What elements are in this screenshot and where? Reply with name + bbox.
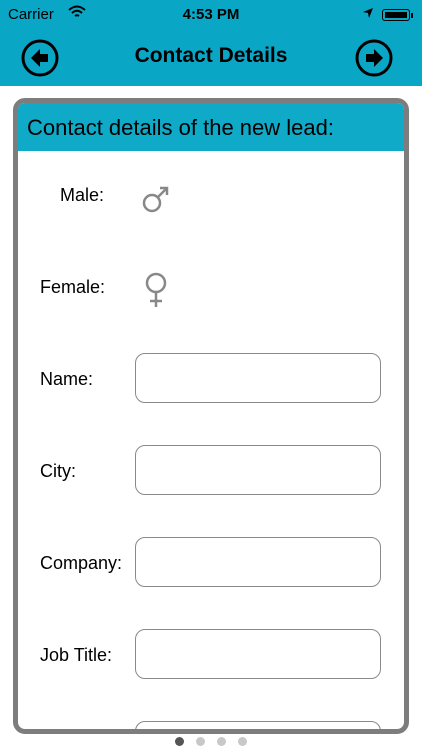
status-time: 4:53 PM	[182, 6, 240, 23]
next-field-partial[interactable]	[135, 721, 381, 729]
male-label: Male:	[60, 185, 105, 205]
location-arrow-icon	[362, 6, 374, 23]
city-label: City:	[40, 461, 76, 481]
page-dot[interactable]	[238, 737, 247, 746]
card-header: Contact details of the new lead:	[18, 103, 404, 151]
forward-button[interactable]	[354, 38, 394, 78]
contact-card: Contact details of the new lead: Male: F…	[13, 98, 409, 734]
card-header-title: Contact details of the new lead:	[27, 115, 334, 140]
female-label: Female:	[40, 277, 106, 297]
app-header: Carrier 4:53 PM Contact Details	[0, 0, 422, 86]
status-bar: Carrier 4:53 PM	[0, 0, 422, 30]
job-title-field[interactable]	[135, 629, 381, 679]
name-label: Name:	[40, 369, 94, 389]
female-symbol-icon[interactable]	[142, 271, 170, 316]
name-field[interactable]	[135, 353, 381, 403]
male-symbol-icon[interactable]	[140, 183, 172, 220]
page-dot[interactable]	[175, 737, 184, 746]
job-title-label: Job Title:	[40, 645, 113, 665]
company-field[interactable]	[135, 537, 381, 587]
battery-icon	[382, 9, 413, 21]
page-dot[interactable]	[217, 737, 226, 746]
city-field[interactable]	[135, 445, 381, 495]
page-indicator[interactable]	[0, 737, 422, 749]
page-dot[interactable]	[196, 737, 205, 746]
forward-arrow-circle-icon	[355, 39, 393, 77]
company-label: Company:	[40, 553, 123, 573]
